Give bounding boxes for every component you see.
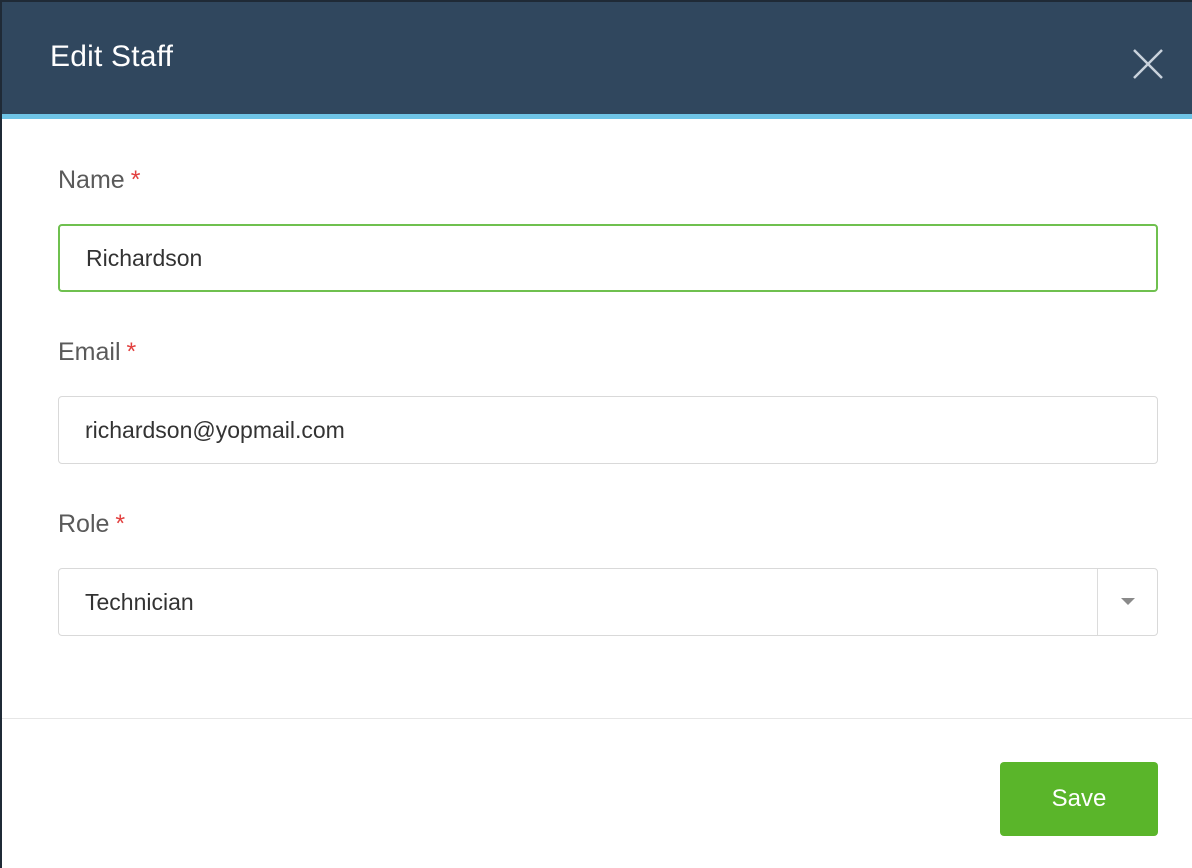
role-dropdown-toggle[interactable]: [1098, 569, 1158, 635]
close-button[interactable]: [1126, 42, 1170, 86]
close-icon: [1133, 49, 1163, 79]
modal-header: Edit Staff: [2, 2, 1192, 114]
name-label: Name *: [58, 166, 140, 195]
email-label: Email *: [58, 338, 136, 367]
role-required-mark: *: [115, 510, 126, 538]
modal-title: Edit Staff: [50, 40, 174, 73]
role-selected-value[interactable]: Technician: [85, 569, 1065, 635]
name-field[interactable]: [58, 224, 1158, 292]
caret-down-icon: [1121, 598, 1135, 605]
email-input[interactable]: [85, 397, 1065, 463]
save-button[interactable]: Save: [1000, 762, 1158, 836]
role-label: Role *: [58, 510, 125, 539]
email-field[interactable]: [58, 396, 1158, 464]
name-input[interactable]: [86, 226, 1066, 290]
role-select[interactable]: Technician: [58, 568, 1158, 636]
footer-divider: [2, 718, 1192, 719]
email-required-mark: *: [126, 338, 137, 366]
edit-staff-modal: Edit Staff Name* Email* Role* Technician: [0, 0, 1192, 868]
email-label-text: Email: [58, 338, 121, 366]
name-required-mark: *: [130, 166, 141, 194]
role-label-text: Role: [58, 510, 110, 538]
name-label-text: Name: [58, 166, 125, 194]
header-accent-bar: [2, 114, 1192, 119]
